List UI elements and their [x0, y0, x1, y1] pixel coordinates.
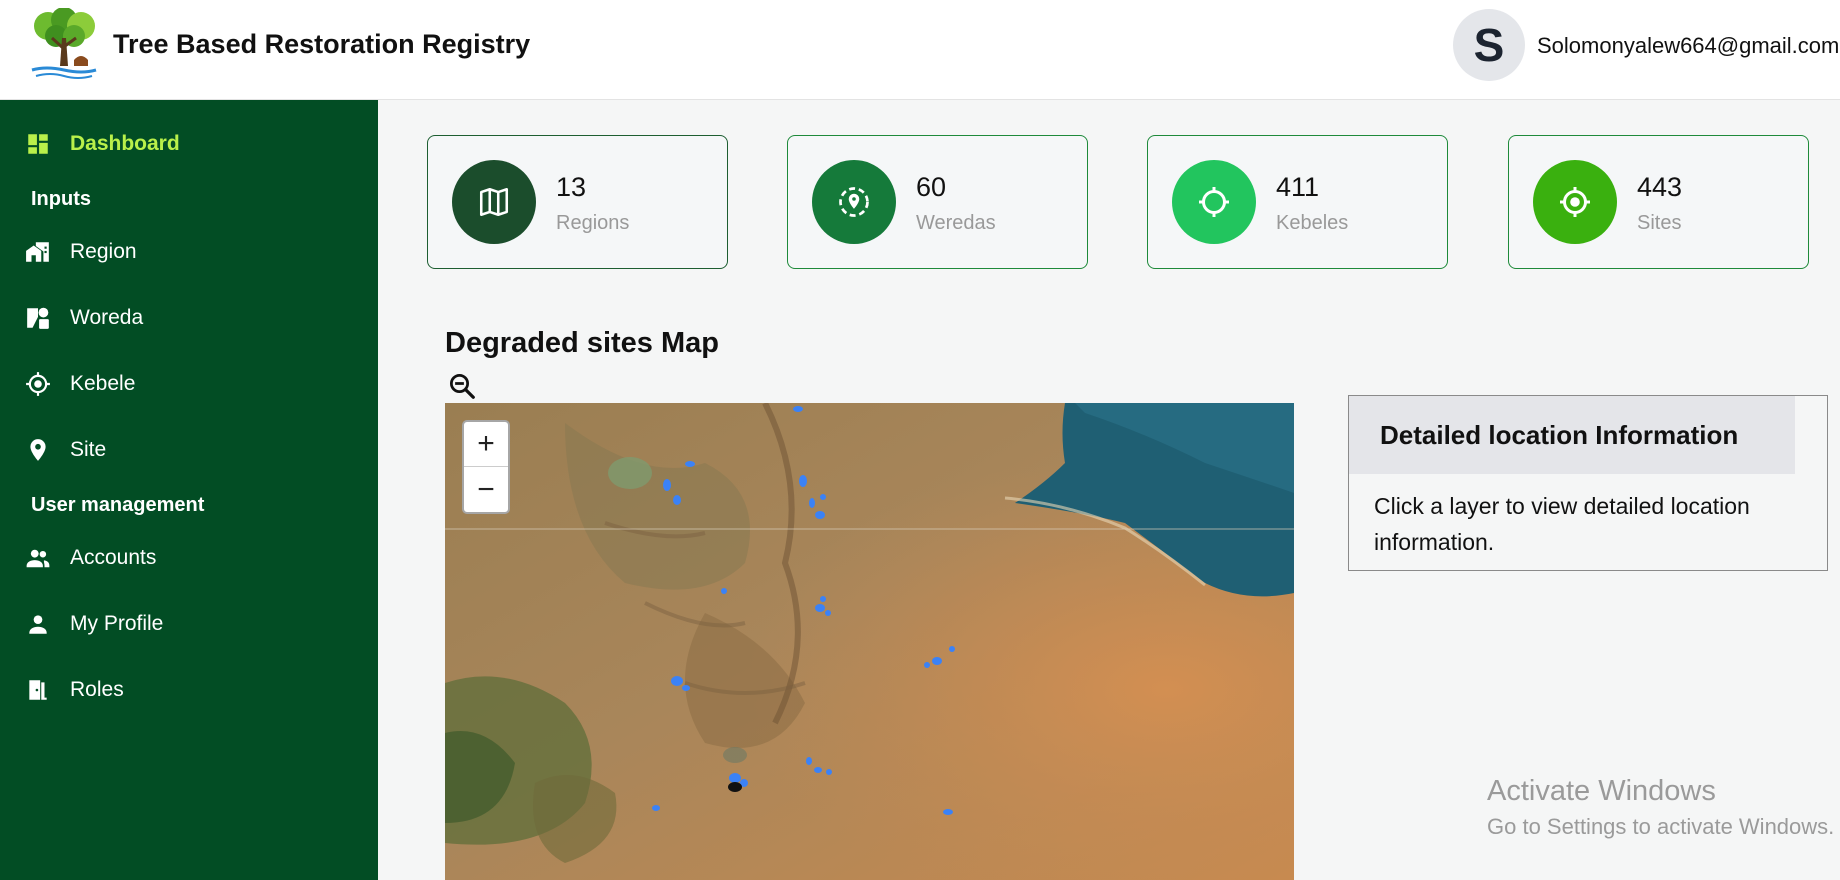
satellite-imagery	[445, 403, 1294, 880]
category-icon	[27, 307, 49, 329]
crosshair-icon	[1172, 160, 1256, 244]
info-panel-header: Detailed location Information	[1349, 396, 1795, 474]
dashboard-icon	[28, 134, 48, 154]
sidebar-item-site[interactable]: Site	[0, 425, 378, 475]
people-icon	[26, 549, 50, 568]
stat-value: 443	[1637, 172, 1683, 202]
stat-label: Kebeles	[1276, 212, 1349, 234]
map-zoom-out-button[interactable]: −	[464, 467, 508, 512]
zoom-out-icon[interactable]	[447, 371, 477, 401]
sidebar-item-accounts[interactable]: Accounts	[0, 533, 378, 583]
user-avatar[interactable]: S	[1453, 9, 1525, 81]
stat-card-weredas[interactable]: 60 Weredas	[787, 135, 1088, 269]
sidebar-item-label: Dashboard	[70, 132, 180, 155]
location-info-panel: Detailed location Information Click a la…	[1348, 395, 1828, 571]
sidebar-item-label: Kebele	[70, 372, 136, 395]
sidebar-item-kebele[interactable]: Kebele	[0, 359, 378, 409]
person-icon	[29, 615, 47, 634]
stat-card-sites[interactable]: 443 Sites	[1508, 135, 1809, 269]
stat-label: Regions	[556, 212, 630, 234]
map-zoom-in-button[interactable]: +	[464, 422, 508, 467]
activation-watermark-title: Activate Windows	[1487, 775, 1716, 807]
stat-label: Sites	[1637, 212, 1682, 234]
stat-card-regions[interactable]: 13 Regions	[427, 135, 728, 269]
degraded-sites-map[interactable]: + −	[445, 403, 1294, 880]
stat-card-kebeles[interactable]: 411 Kebeles	[1147, 135, 1448, 269]
user-email[interactable]: Solomonyalew664@gmail.com	[1537, 33, 1839, 59]
sidebar-item-woreda[interactable]: Woreda	[0, 293, 378, 343]
activation-watermark-subtitle: Go to Settings to activate Windows.	[1487, 814, 1835, 839]
stat-value: 13	[556, 172, 587, 202]
sidebar-item-roles[interactable]: Roles	[0, 665, 378, 715]
info-panel-body: Click a layer to view detailed location …	[1374, 493, 1750, 555]
stat-label: Weredas	[916, 212, 996, 234]
sidebar-item-label: Region	[70, 240, 137, 263]
crosshair-icon	[26, 372, 50, 396]
sidebar-item-region[interactable]: Region	[0, 227, 378, 277]
info-panel-title: Detailed location Information	[1380, 420, 1739, 450]
sidebar-item-my-profile[interactable]: My Profile	[0, 599, 378, 649]
gps-fixed-icon	[1533, 160, 1617, 244]
sidebar-item-label: Site	[70, 438, 107, 461]
sidebar-item-label: Accounts	[70, 546, 157, 569]
app-logo	[26, 8, 102, 82]
section-inputs: Inputs	[31, 188, 91, 210]
zoom-control: + −	[462, 420, 510, 514]
sidebar-item-label: Roles	[70, 678, 124, 701]
top-header: Tree Based Restoration Registry S Solomo…	[0, 0, 1840, 100]
location-pin-icon	[30, 439, 46, 461]
sidebar-item-label: Woreda	[70, 306, 144, 329]
map-icon	[452, 160, 536, 244]
map-title: Degraded sites Map	[445, 327, 719, 359]
location-target-icon	[812, 160, 896, 244]
sidebar-item-dashboard[interactable]: Dashboard	[0, 119, 378, 169]
stat-value: 60	[916, 172, 947, 202]
home-work-icon	[26, 242, 49, 262]
stat-value: 411	[1276, 172, 1320, 202]
door-icon	[29, 680, 47, 700]
sidebar-item-label: My Profile	[70, 612, 164, 635]
section-user-management: User management	[31, 494, 205, 516]
sidebar: Dashboard Inputs Region Woreda Kebele Si…	[0, 100, 378, 880]
app-title: Tree Based Restoration Registry	[113, 29, 531, 59]
